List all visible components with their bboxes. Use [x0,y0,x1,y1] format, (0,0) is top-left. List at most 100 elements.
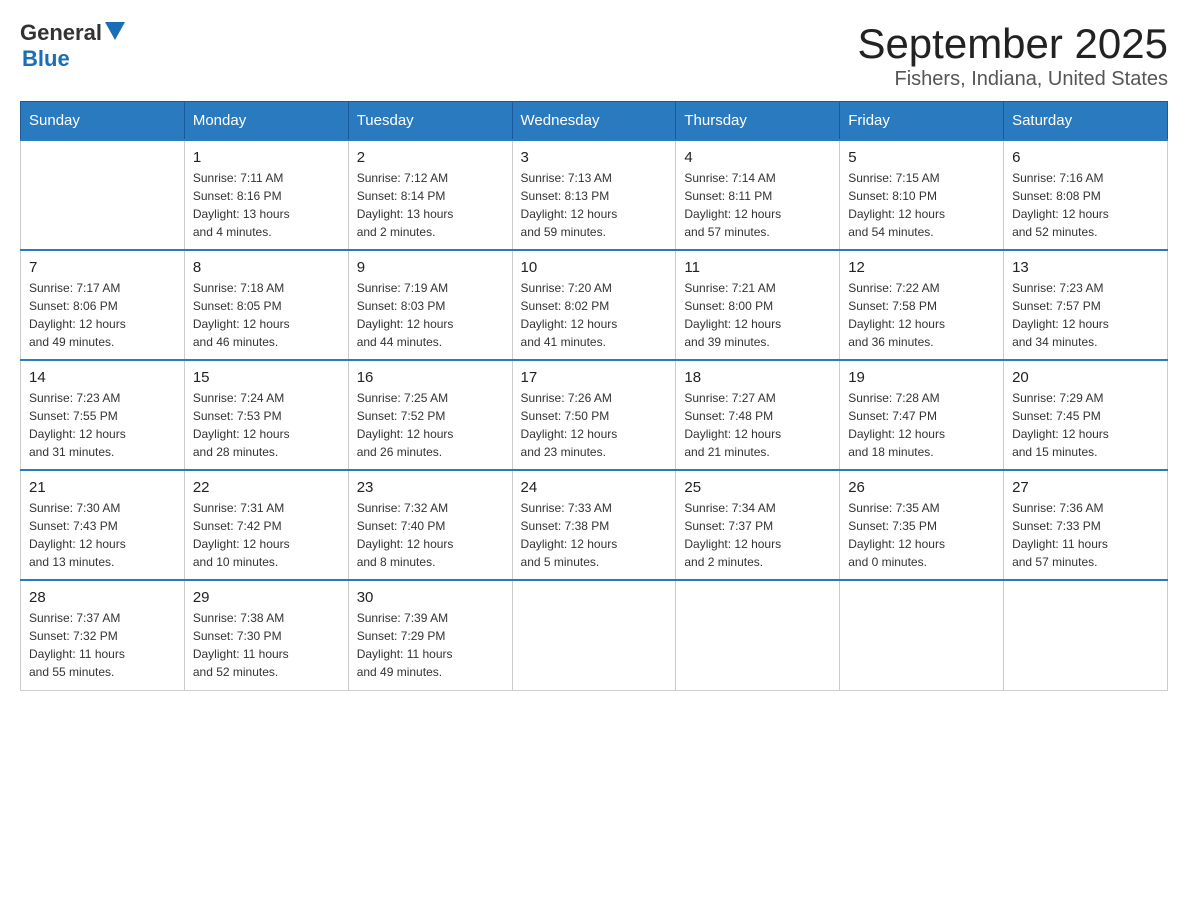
day-info: Sunrise: 7:12 AM Sunset: 8:14 PM Dayligh… [357,169,504,241]
calendar-cell [512,580,676,690]
weekday-header-sunday: Sunday [21,102,185,141]
calendar-title: September 2025 [857,20,1168,68]
weekday-header-tuesday: Tuesday [348,102,512,141]
day-number: 3 [521,149,668,166]
day-number: 20 [1012,369,1159,386]
calendar-table: SundayMondayTuesdayWednesdayThursdayFrid… [20,101,1168,691]
day-info: Sunrise: 7:25 AM Sunset: 7:52 PM Dayligh… [357,389,504,461]
day-info: Sunrise: 7:30 AM Sunset: 7:43 PM Dayligh… [29,499,176,571]
day-info: Sunrise: 7:38 AM Sunset: 7:30 PM Dayligh… [193,609,340,681]
day-info: Sunrise: 7:39 AM Sunset: 7:29 PM Dayligh… [357,609,504,681]
day-info: Sunrise: 7:13 AM Sunset: 8:13 PM Dayligh… [521,169,668,241]
logo-general-text: General [20,20,102,46]
calendar-cell [21,140,185,250]
day-info: Sunrise: 7:37 AM Sunset: 7:32 PM Dayligh… [29,609,176,681]
day-info: Sunrise: 7:14 AM Sunset: 8:11 PM Dayligh… [684,169,831,241]
day-info: Sunrise: 7:34 AM Sunset: 7:37 PM Dayligh… [684,499,831,571]
day-number: 8 [193,259,340,276]
day-info: Sunrise: 7:22 AM Sunset: 7:58 PM Dayligh… [848,279,995,351]
day-number: 30 [357,589,504,606]
page-header: General Blue September 2025 Fishers, Ind… [20,20,1168,91]
day-number: 25 [684,479,831,496]
calendar-cell: 28 Sunrise: 7:37 AM Sunset: 7:32 PM Dayli… [21,580,185,690]
day-number: 5 [848,149,995,166]
weekday-header-saturday: Saturday [1004,102,1168,141]
calendar-cell: 19Sunrise: 7:28 AM Sunset: 7:47 PM Dayli… [840,360,1004,470]
calendar-header-row: SundayMondayTuesdayWednesdayThursdayFrid… [21,102,1168,141]
calendar-cell: 3 Sunrise: 7:13 AM Sunset: 8:13 PM Daylig… [512,140,676,250]
calendar-cell: 7 Sunrise: 7:17 AM Sunset: 8:06 PM Daylig… [21,250,185,360]
calendar-cell: 21Sunrise: 7:30 AM Sunset: 7:43 PM Dayli… [21,470,185,580]
calendar-subtitle: Fishers, Indiana, United States [857,68,1168,91]
day-info: Sunrise: 7:24 AM Sunset: 7:53 PM Dayligh… [193,389,340,461]
day-info: Sunrise: 7:21 AM Sunset: 8:00 PM Dayligh… [684,279,831,351]
day-info: Sunrise: 7:35 AM Sunset: 7:35 PM Dayligh… [848,499,995,571]
calendar-cell: 14Sunrise: 7:23 AM Sunset: 7:55 PM Dayli… [21,360,185,470]
calendar-week-row: 21Sunrise: 7:30 AM Sunset: 7:43 PM Dayli… [21,470,1168,580]
calendar-cell: 23 Sunrise: 7:32 AM Sunset: 7:40 PM Dayli… [348,470,512,580]
day-info: Sunrise: 7:32 AM Sunset: 7:40 PM Dayligh… [357,499,504,571]
day-info: Sunrise: 7:29 AM Sunset: 7:45 PM Dayligh… [1012,389,1159,461]
calendar-week-row: 7 Sunrise: 7:17 AM Sunset: 8:06 PM Daylig… [21,250,1168,360]
day-number: 12 [848,259,995,276]
calendar-cell: 10Sunrise: 7:20 AM Sunset: 8:02 PM Dayli… [512,250,676,360]
day-info: Sunrise: 7:17 AM Sunset: 8:06 PM Dayligh… [29,279,176,351]
calendar-cell: 16 Sunrise: 7:25 AM Sunset: 7:52 PM Dayli… [348,360,512,470]
day-number: 27 [1012,479,1159,496]
weekday-header-thursday: Thursday [676,102,840,141]
calendar-cell: 26 Sunrise: 7:35 AM Sunset: 7:35 PM Dayli… [840,470,1004,580]
day-number: 13 [1012,259,1159,276]
logo: General Blue [20,20,125,72]
calendar-cell: 25 Sunrise: 7:34 AM Sunset: 7:37 PM Dayli… [676,470,840,580]
calendar-cell: 4 Sunrise: 7:14 AM Sunset: 8:11 PM Daylig… [676,140,840,250]
day-number: 6 [1012,149,1159,166]
logo-blue-text: Blue [22,46,70,72]
day-number: 2 [357,149,504,166]
day-number: 23 [357,479,504,496]
logo-triangle-icon [105,22,125,44]
day-number: 19 [848,369,995,386]
calendar-cell [676,580,840,690]
day-info: Sunrise: 7:19 AM Sunset: 8:03 PM Dayligh… [357,279,504,351]
calendar-cell: 8 Sunrise: 7:18 AM Sunset: 8:05 PM Daylig… [184,250,348,360]
calendar-cell: 24Sunrise: 7:33 AM Sunset: 7:38 PM Dayli… [512,470,676,580]
calendar-cell: 12 Sunrise: 7:22 AM Sunset: 7:58 PM Dayli… [840,250,1004,360]
day-info: Sunrise: 7:18 AM Sunset: 8:05 PM Dayligh… [193,279,340,351]
day-info: Sunrise: 7:23 AM Sunset: 7:57 PM Dayligh… [1012,279,1159,351]
calendar-cell: 1Sunrise: 7:11 AM Sunset: 8:16 PM Daylig… [184,140,348,250]
calendar-cell: 20 Sunrise: 7:29 AM Sunset: 7:45 PM Dayli… [1004,360,1168,470]
calendar-cell [1004,580,1168,690]
weekday-header-friday: Friday [840,102,1004,141]
title-section: September 2025 Fishers, Indiana, United … [857,20,1168,91]
calendar-cell: 15Sunrise: 7:24 AM Sunset: 7:53 PM Dayli… [184,360,348,470]
day-info: Sunrise: 7:36 AM Sunset: 7:33 PM Dayligh… [1012,499,1159,571]
calendar-cell: 2 Sunrise: 7:12 AM Sunset: 8:14 PM Daylig… [348,140,512,250]
day-info: Sunrise: 7:27 AM Sunset: 7:48 PM Dayligh… [684,389,831,461]
calendar-week-row: 14Sunrise: 7:23 AM Sunset: 7:55 PM Dayli… [21,360,1168,470]
day-number: 22 [193,479,340,496]
day-number: 11 [684,259,831,276]
day-number: 14 [29,369,176,386]
calendar-cell: 11 Sunrise: 7:21 AM Sunset: 8:00 PM Dayli… [676,250,840,360]
calendar-cell: 6Sunrise: 7:16 AM Sunset: 8:08 PM Daylig… [1004,140,1168,250]
day-number: 16 [357,369,504,386]
day-number: 1 [193,149,340,166]
calendar-week-row: 28 Sunrise: 7:37 AM Sunset: 7:32 PM Dayli… [21,580,1168,690]
calendar-cell: 29Sunrise: 7:38 AM Sunset: 7:30 PM Dayli… [184,580,348,690]
day-number: 4 [684,149,831,166]
calendar-cell: 30 Sunrise: 7:39 AM Sunset: 7:29 PM Dayli… [348,580,512,690]
day-number: 7 [29,259,176,276]
calendar-cell: 18Sunrise: 7:27 AM Sunset: 7:48 PM Dayli… [676,360,840,470]
calendar-week-row: 1Sunrise: 7:11 AM Sunset: 8:16 PM Daylig… [21,140,1168,250]
day-number: 24 [521,479,668,496]
day-number: 28 [29,589,176,606]
day-number: 26 [848,479,995,496]
day-info: Sunrise: 7:26 AM Sunset: 7:50 PM Dayligh… [521,389,668,461]
calendar-cell: 27 Sunrise: 7:36 AM Sunset: 7:33 PM Dayli… [1004,470,1168,580]
day-info: Sunrise: 7:31 AM Sunset: 7:42 PM Dayligh… [193,499,340,571]
day-number: 10 [521,259,668,276]
calendar-cell: 13 Sunrise: 7:23 AM Sunset: 7:57 PM Dayli… [1004,250,1168,360]
day-number: 17 [521,369,668,386]
calendar-cell: 9Sunrise: 7:19 AM Sunset: 8:03 PM Daylig… [348,250,512,360]
day-info: Sunrise: 7:15 AM Sunset: 8:10 PM Dayligh… [848,169,995,241]
